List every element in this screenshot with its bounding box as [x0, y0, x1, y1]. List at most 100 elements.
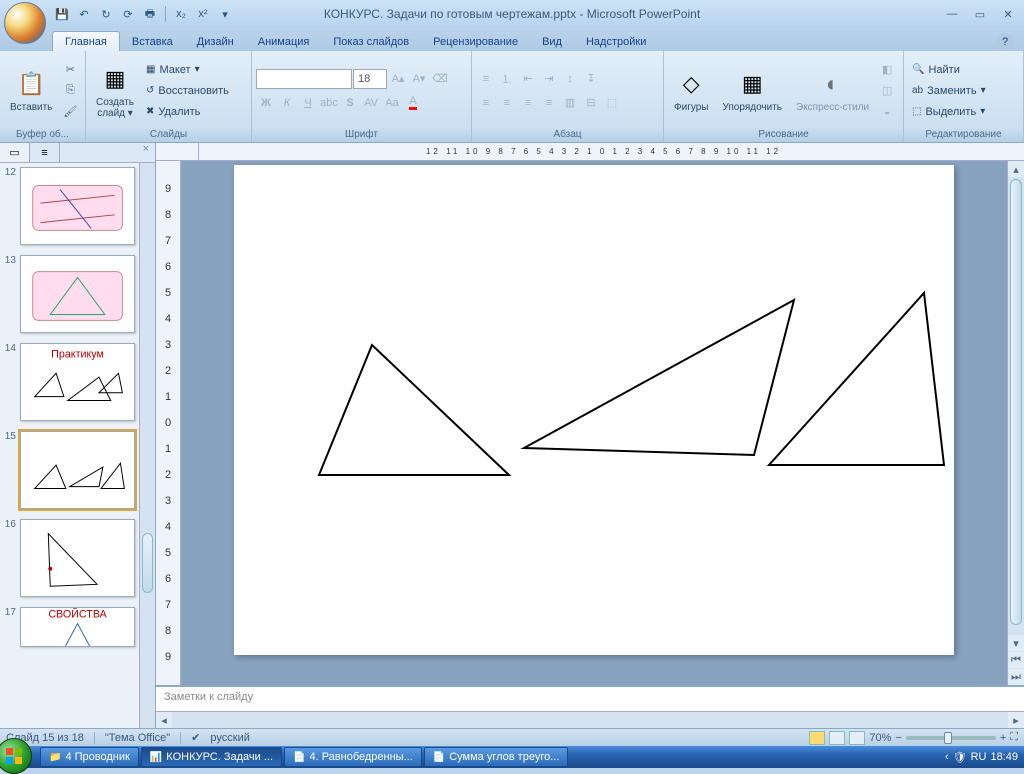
- shrink-font-icon[interactable]: A▾: [409, 69, 429, 89]
- slides-tab[interactable]: ▭: [0, 143, 30, 162]
- paste-button[interactable]: 📋 Вставить: [4, 58, 58, 124]
- tray-lang-icon[interactable]: RU: [971, 751, 987, 763]
- scroll-left-icon[interactable]: ◂: [156, 712, 172, 728]
- tray-expand-icon[interactable]: ‹: [945, 751, 949, 763]
- slide[interactable]: [234, 165, 954, 655]
- triangle-3[interactable]: [769, 293, 944, 465]
- underline-button[interactable]: Ч: [298, 93, 318, 113]
- copy-icon[interactable]: ⎘: [60, 81, 80, 101]
- panel-close-button[interactable]: ×: [137, 143, 155, 162]
- thumbnail-17[interactable]: СВОЙСТВА: [20, 607, 135, 647]
- italic-button[interactable]: К: [277, 93, 297, 113]
- decrease-indent-button[interactable]: ⇤: [518, 69, 538, 89]
- close-button[interactable]: ✕: [996, 5, 1020, 23]
- strike-button[interactable]: abc: [319, 93, 339, 113]
- zoom-in-button[interactable]: +: [1000, 732, 1006, 744]
- font-color-button[interactable]: A: [403, 93, 423, 113]
- start-button[interactable]: [0, 738, 32, 774]
- zoom-percent[interactable]: 70%: [869, 732, 891, 744]
- panel-scrollbar[interactable]: [139, 163, 155, 728]
- line-spacing-button[interactable]: ↕: [560, 69, 580, 89]
- tab-design[interactable]: Дизайн: [185, 32, 246, 51]
- sorter-view-button[interactable]: [829, 731, 845, 745]
- zoom-slider-thumb[interactable]: [944, 732, 952, 744]
- shadow-button[interactable]: S: [340, 93, 360, 113]
- align-left-button[interactable]: ≡: [476, 93, 496, 113]
- taskbar-item-word1[interactable]: 📄 4. Равнобедренны...: [284, 747, 422, 767]
- quick-styles-button[interactable]: ◐ Экспресс-стили: [790, 58, 875, 124]
- columns-button[interactable]: ▥: [560, 93, 580, 113]
- thumbnail-12[interactable]: [20, 167, 135, 245]
- undo-icon[interactable]: ↶: [74, 4, 94, 24]
- clear-format-icon[interactable]: ⌫: [430, 69, 450, 89]
- new-slide-button[interactable]: ▦ Создатьслайд ▾: [90, 58, 140, 124]
- notes-pane[interactable]: Заметки к слайду: [156, 685, 1024, 711]
- taskbar-item-explorer[interactable]: 📁 4 Проводник: [40, 747, 139, 767]
- tab-insert[interactable]: Вставка: [120, 32, 185, 51]
- font-family-combo[interactable]: [256, 69, 352, 89]
- thumbnail-15[interactable]: [20, 431, 135, 509]
- slideshow-view-button[interactable]: [849, 731, 865, 745]
- triangle-1[interactable]: [319, 345, 509, 475]
- increase-indent-button[interactable]: ⇥: [539, 69, 559, 89]
- outline-tab[interactable]: ≡: [30, 143, 60, 162]
- thumbnail-13[interactable]: [20, 255, 135, 333]
- shape-outline-button[interactable]: ◫: [877, 81, 897, 101]
- scroll-right-icon[interactable]: ▸: [1008, 712, 1024, 728]
- arrange-button[interactable]: ▦ Упорядочить: [716, 58, 788, 124]
- tab-review[interactable]: Рецензирование: [421, 32, 530, 51]
- delete-slide-button[interactable]: ✖ Удалить: [142, 102, 233, 122]
- bold-button[interactable]: Ж: [256, 93, 276, 113]
- find-button[interactable]: 🔍 Найти: [908, 60, 990, 80]
- print-icon[interactable]: 🖶: [140, 4, 160, 24]
- repeat-icon[interactable]: ⟳: [118, 4, 138, 24]
- change-case-button[interactable]: Aa: [382, 93, 402, 113]
- scrollbar-thumb[interactable]: [142, 533, 153, 593]
- grow-font-icon[interactable]: A▴: [388, 69, 408, 89]
- office-button[interactable]: [4, 2, 46, 44]
- redo-icon[interactable]: ↻: [96, 4, 116, 24]
- text-direction-button[interactable]: ↧: [581, 69, 601, 89]
- select-button[interactable]: ⬚ Выделить ▾: [908, 102, 990, 122]
- taskbar-item-word2[interactable]: 📄 Сумма углов треуго...: [424, 747, 569, 767]
- font-size-combo[interactable]: 18: [353, 69, 387, 89]
- hscroll-track[interactable]: [172, 712, 1008, 728]
- justify-button[interactable]: ≡: [539, 93, 559, 113]
- subscript-icon[interactable]: x₂: [171, 4, 191, 24]
- align-right-button[interactable]: ≡: [518, 93, 538, 113]
- next-slide-icon[interactable]: ⏭: [1008, 669, 1024, 685]
- numbering-button[interactable]: ⒈: [497, 69, 517, 89]
- tray-clock[interactable]: 18:49: [990, 751, 1018, 763]
- spacing-button[interactable]: AV: [361, 93, 381, 113]
- zoom-out-button[interactable]: −: [895, 732, 901, 744]
- thumbnail-14[interactable]: Практикум: [20, 343, 135, 421]
- spellcheck-icon[interactable]: ✔: [191, 731, 200, 744]
- scroll-up-icon[interactable]: ▴: [1008, 161, 1024, 177]
- tab-animation[interactable]: Анимация: [246, 32, 322, 51]
- tray-icon[interactable]: 🛡: [953, 751, 967, 764]
- status-language[interactable]: русский: [210, 732, 249, 744]
- slide-canvas[interactable]: [181, 161, 1007, 685]
- smartart-button[interactable]: ⬚: [602, 93, 622, 113]
- replace-button[interactable]: ab Заменить ▾: [908, 81, 990, 101]
- shape-effects-button[interactable]: ◒: [877, 102, 897, 122]
- help-button[interactable]: ?: [996, 33, 1014, 51]
- align-center-button[interactable]: ≡: [497, 93, 517, 113]
- normal-view-button[interactable]: [809, 731, 825, 745]
- tab-addins[interactable]: Надстройки: [574, 32, 658, 51]
- shapes-button[interactable]: ◇ Фигуры: [668, 58, 714, 124]
- zoom-slider[interactable]: [906, 736, 996, 740]
- save-icon[interactable]: 💾: [52, 4, 72, 24]
- tab-home[interactable]: Главная: [52, 31, 120, 51]
- scroll-down-icon[interactable]: ▾: [1008, 635, 1024, 651]
- tab-view[interactable]: Вид: [530, 32, 574, 51]
- fit-window-button[interactable]: ⛶: [1010, 731, 1018, 744]
- tab-slideshow[interactable]: Показ слайдов: [321, 32, 421, 51]
- format-painter-icon[interactable]: 🖌: [60, 102, 80, 122]
- vscroll-thumb[interactable]: [1010, 179, 1022, 625]
- superscript-icon[interactable]: x²: [193, 4, 213, 24]
- vertical-scrollbar[interactable]: ▴ ▾ ⏮ ⏭: [1007, 161, 1024, 685]
- qat-dropdown-icon[interactable]: ▾: [215, 4, 235, 24]
- reset-button[interactable]: ↺ Восстановить: [142, 81, 233, 101]
- restore-button[interactable]: ▭: [968, 5, 992, 23]
